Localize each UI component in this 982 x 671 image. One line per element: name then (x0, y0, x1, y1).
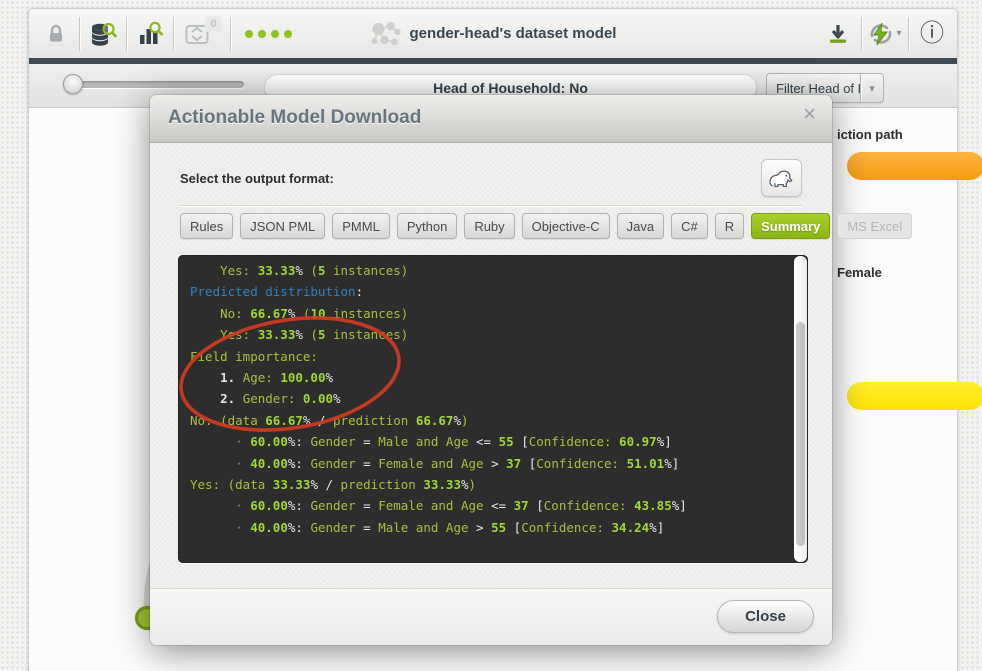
terminal-line: 1. Age: 100.00% (190, 367, 788, 388)
summary-terminal[interactable]: Yes: 33.33% (5 instances)Predicted distr… (178, 255, 808, 563)
lock-button[interactable] (39, 14, 73, 54)
status-dot-icon (271, 30, 279, 38)
format-tab-objective-c[interactable]: Objective-C (522, 213, 610, 239)
toolbar-separator (173, 17, 174, 51)
terminal-line: Yes: 33.33% (5 instances) (190, 324, 788, 345)
terminal-line: No: (data 66.67% / prediction 66.67%) (190, 410, 788, 431)
filter-dropdown-label: Filter Head of Ho... (767, 81, 860, 96)
status-dot-icon (284, 30, 292, 38)
format-tab-pmml[interactable]: PMML (332, 213, 390, 239)
terminal-line: · 60.00%: Gender = Male and Age <= 55 [C… (190, 431, 788, 452)
terminal-scrollbar-thumb[interactable] (796, 322, 805, 546)
modal-title: Actionable Model Download (168, 107, 421, 129)
format-tab-rules[interactable]: Rules (180, 213, 233, 239)
terminal-line: · 40.00%: Gender = Male and Age > 55 [Co… (190, 517, 788, 538)
format-tabs: Rules JSON PML PMML Python Ruby Objective-C Ja… (180, 213, 804, 239)
threshold-slider-track[interactable] (69, 81, 244, 88)
status-dot-icon (258, 30, 266, 38)
terminal-line: No: 66.67% (10 instances) (190, 303, 788, 324)
status-dots (237, 30, 300, 38)
lock-icon (48, 24, 64, 44)
close-button[interactable]: Close (717, 600, 814, 633)
toolbar-separator (908, 17, 909, 51)
female-label: Female (837, 265, 882, 280)
download-icon (827, 23, 849, 45)
info-button[interactable]: ⓘ (915, 14, 949, 54)
terminal-line: · 60.00%: Gender = Female and Age <= 37 … (190, 495, 788, 516)
format-tab-java[interactable]: Java (617, 213, 664, 239)
terminal-line: Predicted distribution: (190, 281, 788, 302)
terminal-line: Yes: 33.33% (5 instances) (190, 260, 788, 281)
prediction-path-label: iction path (837, 127, 903, 142)
format-tab-summary[interactable]: Summary (751, 213, 830, 239)
format-tab-r[interactable]: R (715, 213, 744, 239)
format-tab-ms-excel: MS Excel (837, 213, 912, 239)
chevron-down-icon: ▾ (860, 74, 883, 102)
chart-search-icon (137, 21, 163, 47)
download-button[interactable] (821, 14, 855, 54)
chevron-down-icon: ▾ (896, 28, 901, 39)
format-divider (180, 205, 802, 206)
dataset-search-icon (90, 21, 117, 47)
terminal-scrollbar-track[interactable] (794, 256, 807, 562)
terminal-output: Yes: 33.33% (5 instances)Predicted distr… (190, 260, 788, 538)
terminal-line: · 40.00%: Gender = Female and Age > 37 [… (190, 453, 788, 474)
toolbar-separator (79, 17, 80, 51)
chart-button[interactable] (133, 14, 167, 54)
info-icon: ⓘ (920, 22, 944, 46)
elephant-icon (767, 167, 797, 190)
evaluations-count-badge: 0 (205, 16, 222, 32)
screen: 0 gender-head's dataset (0, 0, 982, 671)
terminal-line: 2. Gender: 0.00% (190, 388, 788, 409)
format-tab-json-pml[interactable]: JSON PML (240, 213, 325, 239)
close-icon[interactable]: × (803, 103, 816, 125)
status-dot-icon (245, 30, 253, 38)
toolbar-separator (861, 17, 862, 51)
dataset-button[interactable] (86, 14, 120, 54)
evaluations-button[interactable]: 0 (180, 14, 214, 54)
toolbar-separator (126, 17, 127, 51)
actions-button[interactable]: ▾ (868, 14, 902, 54)
output-format-label: Select the output format: (180, 171, 334, 186)
format-tab-ruby[interactable]: Ruby (464, 213, 514, 239)
prediction-bar-orange (847, 152, 982, 180)
hadoop-export-button[interactable] (761, 159, 802, 197)
modal-header: Actionable Model Download × (150, 95, 832, 143)
terminal-line: Field importance: (190, 346, 788, 367)
format-tab-python[interactable]: Python (397, 213, 457, 239)
toolbar: 0 gender-head's dataset (29, 9, 957, 58)
lightning-icon (868, 22, 894, 46)
terminal-line: Yes: (data 33.33% / prediction 33.33%) (190, 474, 788, 495)
format-tab-c-[interactable]: C# (671, 213, 708, 239)
toolbar-separator (230, 17, 231, 51)
threshold-slider-handle[interactable] (63, 74, 83, 94)
actionable-model-download-modal: Actionable Model Download × Select the o… (150, 95, 832, 645)
prediction-bar-yellow (847, 382, 982, 410)
page-title: gender-head's dataset model (410, 25, 617, 42)
resource-title-group: gender-head's dataset model (370, 9, 617, 58)
model-cluster-icon (370, 20, 402, 48)
modal-footer: Close (150, 588, 832, 645)
prediction-output-label: Head of Household: No (433, 80, 588, 96)
